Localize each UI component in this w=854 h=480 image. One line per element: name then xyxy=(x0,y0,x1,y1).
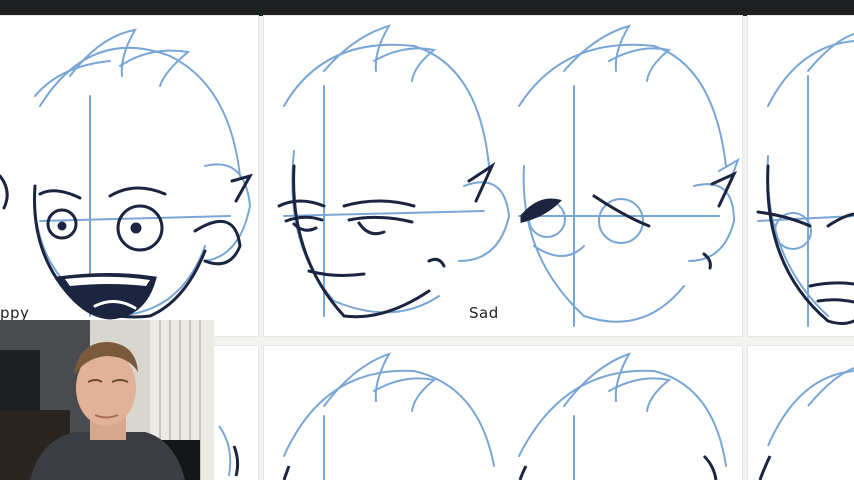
panel-bottom-2 xyxy=(264,346,742,480)
webcam-overlay xyxy=(0,320,214,480)
panel-sad: Sad xyxy=(264,16,742,336)
panel-happy: ppy xyxy=(0,16,258,336)
panel-bottom-1 xyxy=(214,346,258,480)
top-bar xyxy=(0,0,854,16)
bottom-sketch-2 xyxy=(282,352,727,480)
angry-face-sketch xyxy=(756,33,854,327)
panel-bottom-3 xyxy=(748,346,854,480)
panel-angry xyxy=(748,16,854,336)
presenter-video xyxy=(0,320,214,480)
bottom-sketch-3 xyxy=(758,367,854,480)
happy-face-sketch xyxy=(0,28,254,320)
bottom-sketch-1 xyxy=(218,425,240,477)
panel-label-sad: Sad xyxy=(469,304,499,322)
sad-face-sketch xyxy=(277,24,740,327)
